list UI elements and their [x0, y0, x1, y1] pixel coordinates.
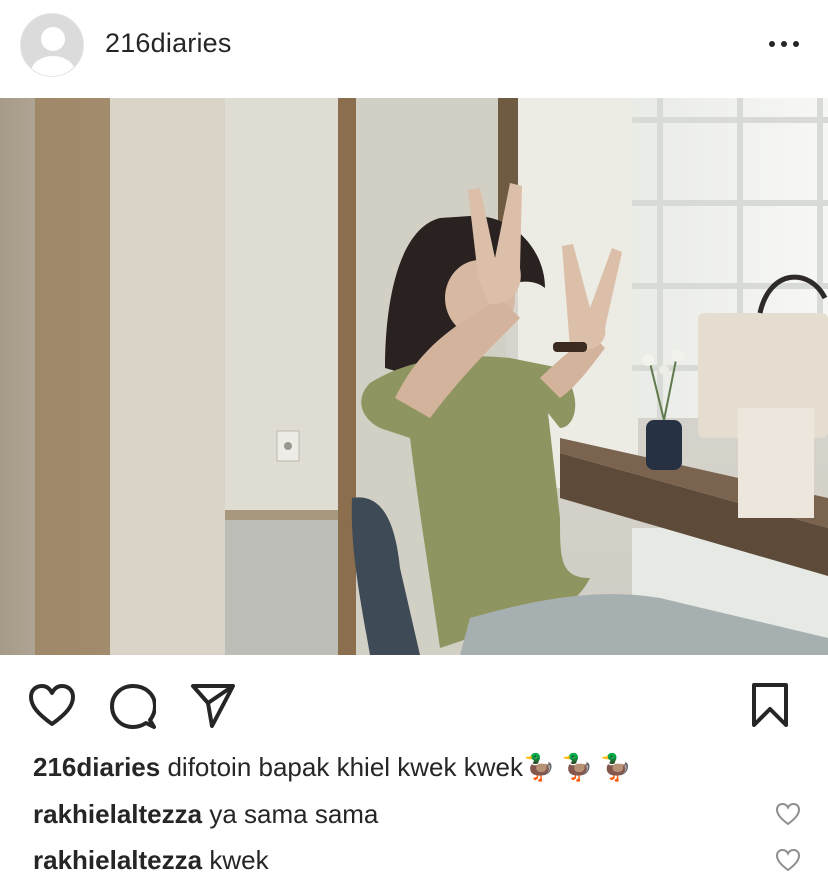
avatar[interactable]: [20, 13, 84, 77]
caption-emoji: 🦆🦆🦆: [522, 753, 639, 783]
send-icon: [191, 684, 235, 728]
comment-text: kwek: [209, 845, 269, 875]
more-horizontal-icon: [769, 41, 799, 47]
share-button[interactable]: [190, 683, 236, 734]
bookmark-icon: [752, 683, 788, 727]
more-options-button[interactable]: [762, 30, 806, 58]
heart-icon: [29, 684, 75, 726]
comment-like-button[interactable]: [775, 802, 801, 826]
like-button[interactable]: [28, 684, 76, 733]
heart-icon: [775, 848, 801, 872]
comment-username[interactable]: rakhielaltezza: [33, 799, 202, 829]
comment-text: ya sama sama: [209, 799, 379, 829]
comment-username[interactable]: rakhielaltezza: [33, 845, 202, 875]
comment-like-button[interactable]: [775, 848, 801, 872]
caption-username[interactable]: 216diaries: [33, 752, 160, 782]
default-avatar-icon: [21, 14, 83, 76]
comment-icon: [110, 684, 157, 729]
post-caption: 216diaries difotoin bapak khiel kwek kwe…: [33, 752, 638, 783]
save-button[interactable]: [750, 683, 790, 732]
post-photo[interactable]: [0, 98, 828, 655]
post-image: [0, 98, 828, 655]
comment-row: rakhielaltezza ya sama sama: [33, 799, 378, 830]
heart-icon: [775, 802, 801, 826]
caption-text: difotoin bapak khiel kwek kwek: [167, 752, 523, 782]
comment-row: rakhielaltezza kwek: [33, 845, 269, 876]
comment-button[interactable]: [110, 684, 157, 735]
post-username[interactable]: 216diaries: [105, 28, 232, 59]
post-actions: [0, 655, 828, 750]
post-header: 216diaries: [0, 0, 828, 98]
